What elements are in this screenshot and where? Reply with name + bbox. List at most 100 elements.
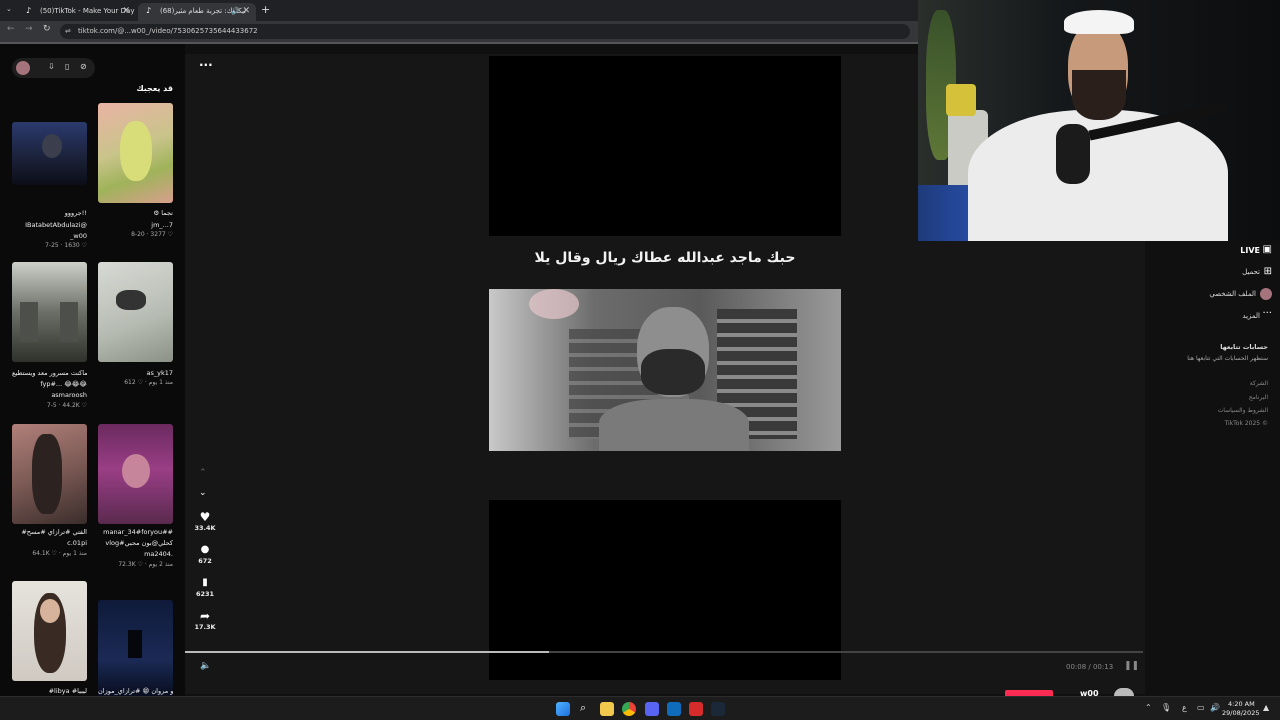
address-toolbar: ← → ↻ ⇌ tiktok.com/@...w00_/video/753062…	[0, 21, 918, 42]
list-item-meta: 7-25 · 1630 ♡	[45, 242, 87, 249]
steam-icon[interactable]	[711, 702, 725, 716]
profile-label[interactable]: الملف الشخصي	[1209, 290, 1256, 298]
live-icon[interactable]: ▣	[1263, 244, 1272, 255]
device-icon[interactable]: ▯	[65, 62, 69, 71]
webcam-overlay	[918, 0, 1280, 241]
live-label[interactable]: LIVE	[1240, 246, 1260, 255]
app-icon[interactable]	[689, 702, 703, 716]
list-item-caption[interactable]: ⚙ نجما	[98, 209, 173, 217]
more-icon[interactable]: ···	[1262, 308, 1272, 319]
list-item-caption[interactable]: جرووو!!	[12, 209, 87, 217]
volume-icon[interactable]: 🔈	[200, 661, 211, 671]
file-explorer-icon[interactable]	[600, 702, 614, 716]
like-button[interactable]: ♥ 33.4K	[193, 510, 217, 532]
footer-link-company[interactable]: الشركة	[1250, 380, 1268, 387]
language-indicator[interactable]: ع	[1182, 703, 1187, 712]
tray-chevron-icon[interactable]: ⌃	[1145, 703, 1152, 712]
comment-button[interactable]: ● 672	[193, 543, 217, 565]
upload-icon[interactable]: ⊞	[1264, 266, 1272, 277]
list-item-caption[interactable]: #الفتي #ترازاي #مسح	[12, 528, 87, 536]
video-caption: حبك ماجد عبدالله عطاك ريال وقال يلا	[534, 250, 796, 266]
right-sidebar: LIVE ▣ تحميل ⊞ الملف الشخصي المزيد ··· ح…	[1145, 240, 1280, 680]
author-avatar[interactable]	[1114, 688, 1134, 696]
new-tab-button[interactable]: +	[261, 3, 270, 16]
supplement-tub	[946, 84, 976, 116]
close-tab-icon[interactable]: ✕	[122, 3, 130, 19]
video-thumb-man[interactable]	[12, 122, 87, 185]
list-item-author[interactable]: fyp#... 😂😂😂	[12, 380, 87, 388]
footer-link-terms[interactable]: الشروط والسياسات	[1218, 407, 1268, 414]
more-options-icon[interactable]: ···	[199, 58, 213, 72]
list-item-author[interactable]: jm_...7	[98, 221, 173, 229]
tab-bar: ⌄ ♪ (50)TikTok - Make Your Day ✕ ♪ (68)ت…	[0, 0, 918, 21]
list-item-caption[interactable]: أو ماكنت مسرور معد ويستطيع	[12, 369, 87, 377]
like-count: 33.4K	[194, 524, 216, 532]
url-field[interactable]: ⇌ tiktok.com/@...w00_/video/753062573564…	[60, 24, 910, 39]
video-thumb-parrot[interactable]	[98, 103, 173, 203]
video-thumb-hijab[interactable]	[98, 424, 173, 524]
list-item-author[interactable]: c.01pi	[12, 539, 87, 547]
video-thumb-airplane[interactable]	[12, 262, 87, 362]
recommendations-panel: ⇩ ▯ ⊘ قد يعجبك ⚙ نجما jm_...7 8-20 · 327…	[0, 44, 185, 700]
network-icon[interactable]: ▭	[1197, 703, 1205, 712]
share-icon: ➦	[199, 609, 211, 623]
clock-date[interactable]: 29/08/2025	[1222, 709, 1259, 717]
tiktok-icon: ♪	[146, 6, 152, 15]
notification-icon[interactable]: ▲	[1263, 703, 1269, 712]
back-icon[interactable]: ←	[7, 24, 15, 34]
scroll-down-icon[interactable]: ⌄	[199, 488, 207, 498]
tab-tiktok-video[interactable]: ♪ (68)تيكتوك: تجربة طعام مثير 🔊 ✕	[138, 3, 256, 21]
volume-tray-icon[interactable]: 🔊	[1210, 703, 1220, 712]
list-item-caption[interactable]: ابو مروان 😁 #ترازاي_موزان	[98, 687, 173, 695]
list-item-meta: 612 ♡ · منذ 1 يوم	[124, 379, 173, 386]
mic-icon[interactable]: 🎙	[1161, 703, 1171, 712]
start-icon[interactable]	[556, 702, 570, 716]
audio-icon[interactable]: 🔊	[231, 3, 240, 19]
list-item-author[interactable]: vlog#كحلي@بون محبي	[98, 539, 173, 547]
list-item-author-handle: _w00	[70, 232, 87, 240]
list-item-meta: 72.3K ♡ · منذ 2 يوم	[118, 561, 173, 568]
close-tab-icon[interactable]: ✕	[242, 3, 250, 19]
scroll-up-icon[interactable]: ⌃	[199, 468, 207, 478]
tab-search-icon[interactable]: ⌄	[6, 5, 12, 13]
search-icon[interactable]: ⌕	[580, 701, 586, 715]
avatar[interactable]	[1260, 288, 1272, 300]
list-item-author[interactable]: IBatabetAbdulazi@	[12, 221, 87, 229]
video-thumb-portrait[interactable]	[12, 424, 87, 524]
tab-label: (50)TikTok - Make Your Day	[40, 7, 135, 15]
footer-copyright: TikTok 2025 ©	[1224, 420, 1269, 427]
pause-icon[interactable]: ❚❚	[1124, 661, 1139, 671]
more-label[interactable]: المزيد	[1242, 312, 1260, 320]
video-frame[interactable]	[489, 289, 841, 451]
upload-label[interactable]: تحميل	[1242, 268, 1260, 276]
discord-icon[interactable]	[645, 702, 659, 716]
list-item-caption[interactable]: manar_34#foryou##	[98, 528, 173, 536]
tab-tiktok-home[interactable]: ♪ (50)TikTok - Make Your Day ✕	[18, 3, 136, 21]
list-item-caption[interactable]: as_yk17	[98, 369, 173, 377]
following-title: حسابات تتابعها	[1220, 343, 1268, 351]
video-time: 00:08 / 00:13	[1066, 663, 1114, 671]
compass-icon[interactable]: ⊘	[80, 62, 87, 71]
video-thumb-floor[interactable]	[98, 262, 173, 362]
list-item-meta: 7-5 · 44.2K ♡	[46, 402, 87, 409]
list-item-author-handle: ma2404.	[144, 550, 173, 558]
bookmark-button[interactable]: ▮ 6231	[193, 576, 217, 598]
video-thumb-silhouette[interactable]	[98, 600, 173, 700]
site-info-icon[interactable]: ⇌	[65, 24, 71, 39]
list-item-meta: 64.1K ♡ · منذ 1 يوم	[32, 550, 87, 557]
avatar[interactable]	[16, 61, 30, 75]
video-thumb-woman[interactable]	[12, 581, 87, 681]
share-button[interactable]: ➦ 17.3K	[193, 609, 217, 631]
forward-icon[interactable]: →	[25, 24, 33, 34]
footer-link-program[interactable]: البرنامج	[1249, 394, 1268, 401]
reload-icon[interactable]: ↻	[43, 24, 51, 34]
list-item-author-handle: asmaroosh	[51, 391, 87, 399]
chrome-icon[interactable]	[622, 702, 636, 716]
clock-time[interactable]: 4:20 AM	[1228, 700, 1255, 708]
tiktok-icon: ♪	[26, 6, 32, 15]
download-icon[interactable]: ⇩	[48, 62, 55, 71]
following-subtitle: ستظهر الحسابات التي تتابعها هنا	[1187, 355, 1268, 362]
list-item-caption[interactable]: #libya #ليبيا	[12, 687, 87, 695]
bookmark-icon: ▮	[202, 577, 208, 588]
outlook-icon[interactable]	[667, 702, 681, 716]
